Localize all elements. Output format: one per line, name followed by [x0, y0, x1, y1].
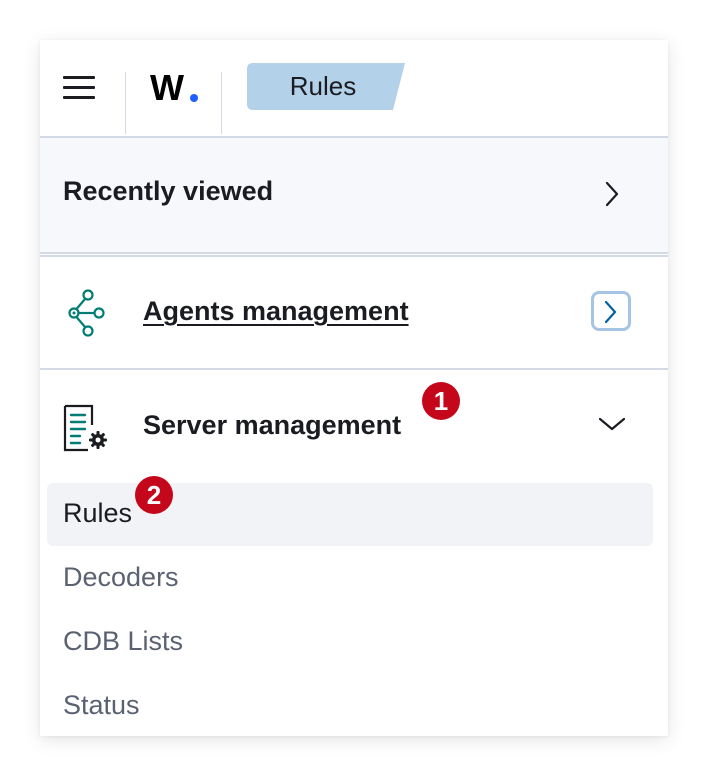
network-nodes-icon: [68, 289, 105, 337]
recently-viewed-label: Recently viewed: [63, 176, 274, 206]
server-management-label: Server management: [143, 410, 402, 440]
top-header: W Rules: [40, 40, 668, 138]
logo-dot: [190, 94, 198, 102]
server-management-toggle[interactable]: Server management: [40, 370, 668, 480]
nav-item-status[interactable]: Status: [47, 675, 653, 736]
nav-item-cdb-lists[interactable]: CDB Lists: [47, 611, 653, 674]
document-gear-icon: [63, 404, 107, 452]
agents-management-link[interactable]: Agents management: [143, 296, 409, 327]
nav-item-label: CDB Lists: [63, 626, 184, 656]
callout-badge-2: 2: [135, 476, 173, 514]
chevron-down-icon: [598, 417, 626, 431]
chevron-right-icon: [605, 181, 619, 207]
header-divider: [125, 72, 126, 134]
agents-management-item: Agents management: [40, 257, 668, 370]
nav-item-decoders[interactable]: Decoders: [47, 547, 653, 610]
menu-toggle-icon[interactable]: [63, 76, 95, 100]
breadcrumb-label: Rules: [289, 71, 357, 101]
nav-item-label: Status: [63, 690, 140, 720]
chevron-right-icon: [604, 300, 617, 324]
nav-item-label: Decoders: [63, 562, 179, 592]
agents-expand-button[interactable]: [591, 291, 631, 331]
breadcrumb-rules[interactable]: Rules: [247, 63, 405, 110]
callout-badge-1: 1: [422, 382, 460, 420]
app-logo[interactable]: W: [150, 68, 184, 108]
navigation-panel: W Rules Recently viewed Agents managemen…: [40, 40, 668, 736]
recently-viewed-section[interactable]: Recently viewed: [40, 138, 668, 254]
header-divider: [221, 72, 222, 134]
nav-item-label: Rules: [63, 498, 133, 528]
